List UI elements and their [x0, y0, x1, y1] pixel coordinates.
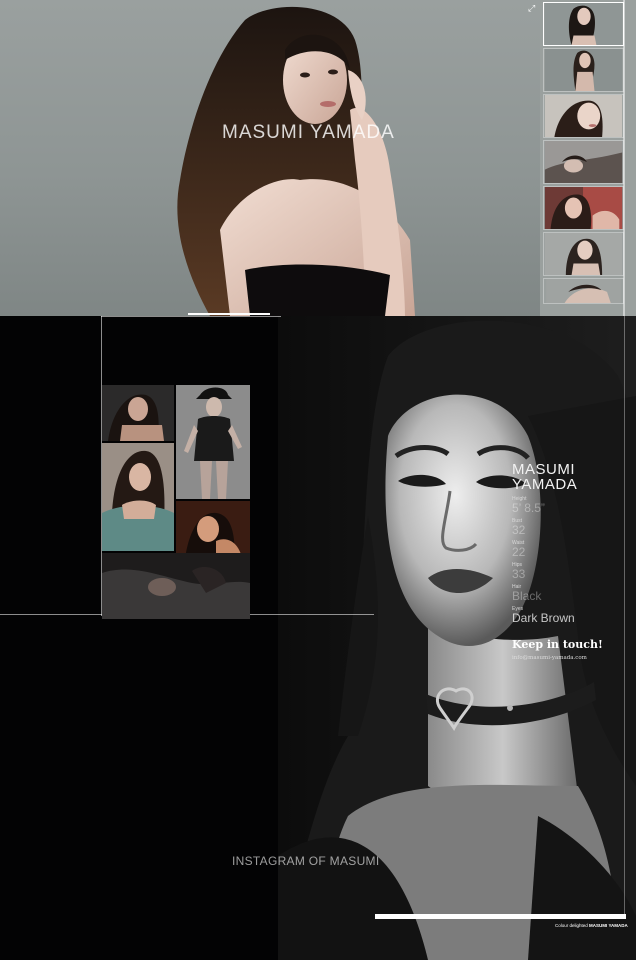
stat-eyes: Eyes Dark Brown: [512, 606, 624, 624]
stat-value: Dark Brown: [512, 611, 575, 625]
stat-value: 5’ 8.5”: [512, 501, 545, 515]
thumbnail-item-3[interactable]: [543, 94, 624, 138]
hero-banner: MASUMI YAMADA ⤢ ▼: [0, 0, 636, 316]
profile-name-first: MASUMI: [512, 461, 575, 478]
contact-heading: Keep in touch!: [512, 638, 603, 651]
stat-value: 32: [512, 523, 526, 537]
stat-value: Black: [512, 589, 542, 603]
footer-credit: Colour delighted MASUMI YAMADA: [555, 923, 628, 928]
contact-email-link[interactable]: info@masumi-yamada.com: [512, 655, 587, 661]
stat-value: 22: [512, 545, 526, 559]
frame-line-right: [624, 316, 625, 916]
thumbnail-item-1[interactable]: [543, 2, 624, 46]
stat-waist: Waist 22: [512, 540, 624, 558]
footer-credit-name: MASUMI YAMADA: [589, 923, 628, 928]
thumbnail-strip: ▼: [540, 0, 636, 316]
profile-stats: MASUMI YAMADA Height 5’ 8.5” Bust 32 Wai…: [512, 462, 624, 624]
hero-title: MASUMI YAMADA: [222, 122, 395, 143]
thumbnail-item-6[interactable]: [543, 232, 624, 276]
gallery-photo-2[interactable]: [176, 385, 250, 499]
profile-section: MASUMI YAMADA Height 5’ 8.5” Bust 32 Wai…: [0, 316, 636, 960]
gallery-photo-1[interactable]: [102, 385, 174, 441]
photo-gallery-grid: [102, 385, 250, 619]
hero-title-underline: [188, 313, 270, 315]
gallery-photo-5[interactable]: [102, 553, 250, 619]
frame-line-top: [101, 316, 281, 317]
thumbnail-item-5[interactable]: [543, 186, 624, 230]
thumbnail-item-4[interactable]: [543, 140, 624, 184]
stat-height: Height 5’ 8.5”: [512, 496, 624, 514]
hero-photo: [177, 6, 415, 316]
stat-hair: Hair Black: [512, 584, 624, 602]
footer-bar: [375, 914, 626, 919]
stat-bust: Bust 32: [512, 518, 624, 536]
thumbnail-item-7[interactable]: [543, 278, 624, 304]
instagram-heading: INSTAGRAM OF MASUMI: [232, 854, 380, 868]
stat-value: 33: [512, 567, 526, 581]
gallery-photo-3[interactable]: [102, 443, 174, 551]
stat-hips: Hips 33: [512, 562, 624, 580]
thumbnail-item-2[interactable]: [543, 48, 624, 92]
thumbnail-scrollbar[interactable]: [623, 0, 625, 316]
profile-name-last: YAMADA: [512, 476, 578, 493]
expand-arrows-icon[interactable]: ⤢: [528, 3, 538, 13]
footer-credit-prefix: Colour delighted: [555, 923, 588, 928]
